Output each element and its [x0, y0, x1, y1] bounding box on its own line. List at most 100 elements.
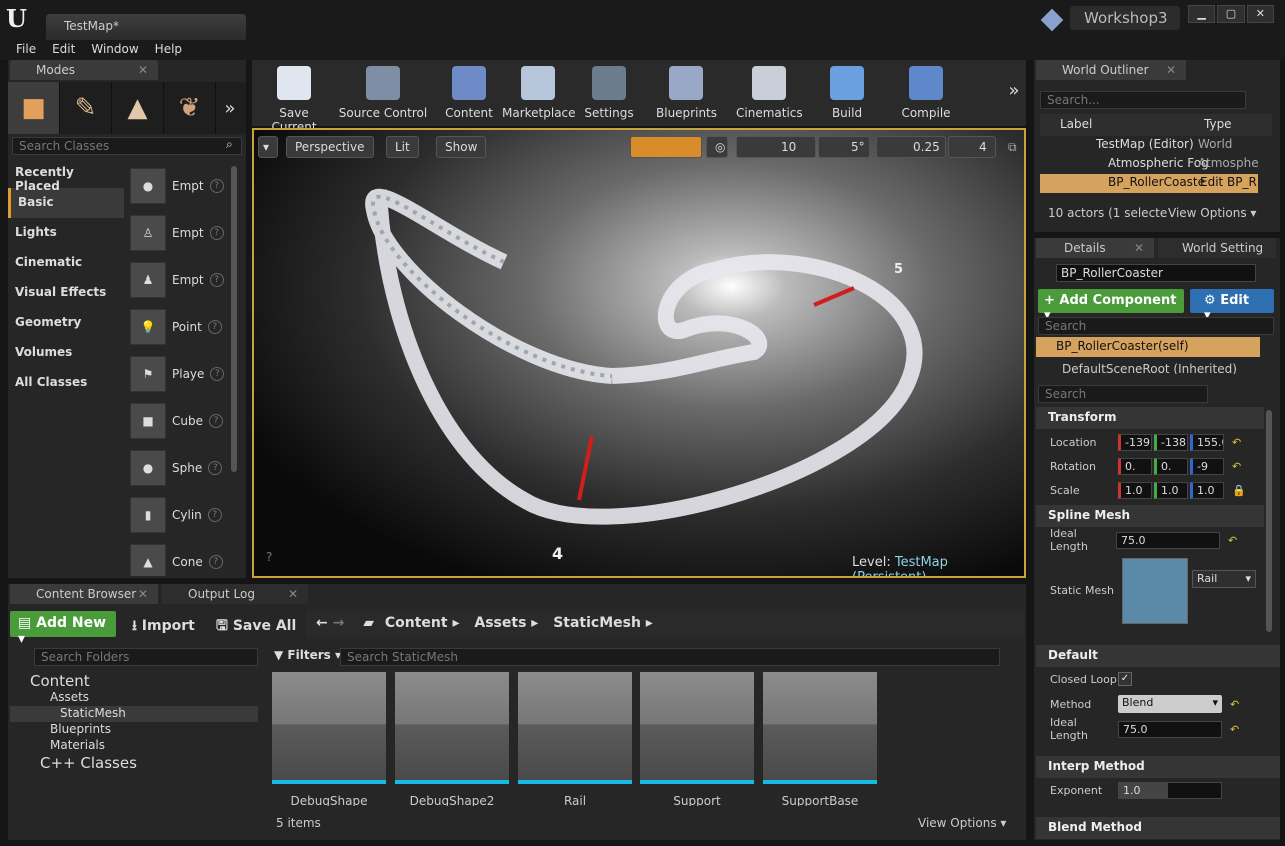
- list-item[interactable]: ⚑ Playe?: [130, 350, 226, 397]
- table-row[interactable]: TestMap (Editor) World: [1040, 136, 1258, 155]
- menu-window[interactable]: Window: [83, 40, 146, 60]
- landscape-mode-icon[interactable]: ▲: [112, 82, 164, 134]
- lock-icon[interactable]: 🔒: [1232, 484, 1246, 497]
- outliner-search-input[interactable]: Search...: [1040, 91, 1246, 109]
- list-item[interactable]: ● Sphe?: [130, 444, 226, 491]
- category-volumes[interactable]: Volumes: [8, 338, 124, 368]
- view-options-button[interactable]: View Options ▾: [1168, 206, 1256, 220]
- more-modes-icon[interactable]: »: [216, 82, 244, 134]
- tree-item[interactable]: Content: [10, 672, 258, 690]
- spline-mesh-section[interactable]: Spline Mesh: [1036, 505, 1264, 527]
- category-geometry[interactable]: Geometry: [8, 308, 124, 338]
- tree-item[interactable]: C++ Classes: [10, 754, 258, 772]
- category-all-classes[interactable]: All Classes: [8, 368, 124, 398]
- paint-mode-icon[interactable]: ✎: [60, 82, 112, 134]
- compile-button[interactable]: Compile: [898, 66, 954, 124]
- add-component-button[interactable]: + Add Component ▾: [1038, 289, 1184, 323]
- component-search-input[interactable]: Search: [1038, 317, 1274, 335]
- maximize-viewport-icon[interactable]: ⧉: [1008, 140, 1017, 155]
- marketplace-button[interactable]: Marketplace: [502, 66, 576, 124]
- list-item[interactable]: ■ Cube?: [130, 397, 226, 444]
- unreal-logo-icon[interactable]: U: [6, 4, 32, 33]
- blend-method-section[interactable]: Blend Method: [1036, 817, 1280, 839]
- asset-tile[interactable]: Support: [640, 672, 754, 812]
- scrollbar[interactable]: [1266, 410, 1272, 632]
- menu-help[interactable]: Help: [147, 40, 190, 60]
- breadcrumb-content[interactable]: Content: [385, 615, 448, 631]
- category-cinematic[interactable]: Cinematic: [8, 248, 124, 278]
- tab-output-log[interactable]: Output Log ✕: [162, 584, 308, 604]
- method-dropdown[interactable]: Blend ▾: [1118, 695, 1222, 713]
- menu-file[interactable]: File: [8, 40, 44, 60]
- cinematics-button[interactable]: Cinematics: [736, 66, 803, 124]
- tree-item[interactable]: Materials: [10, 738, 258, 754]
- tree-item[interactable]: StaticMesh: [10, 706, 258, 722]
- component-root[interactable]: DefaultSceneRoot (Inherited): [1062, 362, 1237, 374]
- maximize-button[interactable]: ▢: [1217, 5, 1245, 23]
- static-mesh-dropdown[interactable]: Rail ▾: [1192, 570, 1256, 588]
- camera-speed-button[interactable]: 4: [948, 136, 996, 158]
- list-item[interactable]: ▲ Cone?: [130, 538, 226, 576]
- level-viewport[interactable]: ▾ Perspective Lit Show ◎ 10 5° 0.25 4 ⧉ …: [252, 128, 1026, 578]
- grid-snap-toggle[interactable]: 10: [736, 136, 816, 158]
- actor-name-field[interactable]: BP_RollerCoaster: [1056, 264, 1256, 282]
- category-recently-placed[interactable]: Recently Placed: [8, 158, 124, 193]
- search-classes-input[interactable]: Search Classes: [12, 137, 242, 155]
- asset-tile[interactable]: Rail: [518, 672, 632, 812]
- filters-button[interactable]: ▼ Filters ▾: [274, 648, 341, 662]
- save-current-button[interactable]: Save Current: [256, 66, 332, 134]
- minimize-button[interactable]: ▁: [1188, 5, 1216, 23]
- source-control-button[interactable]: Source Control: [338, 66, 428, 124]
- list-item[interactable]: ▮ Cylin?: [130, 491, 226, 538]
- tab-world-outliner[interactable]: World Outliner ✕: [1036, 60, 1186, 80]
- transform-section[interactable]: Transform: [1036, 407, 1264, 429]
- breadcrumb-staticmesh[interactable]: StaticMesh: [553, 615, 641, 631]
- save-all-button[interactable]: 🖫 Save All: [216, 615, 296, 639]
- tab-content-browser[interactable]: Content Browser ✕: [10, 584, 158, 604]
- blueprints-button[interactable]: Blueprints: [656, 66, 717, 124]
- rotation-snap-toggle[interactable]: 5°: [818, 136, 870, 158]
- build-button[interactable]: Build: [822, 66, 872, 124]
- details-search-input[interactable]: Search: [1038, 385, 1208, 403]
- edit-blueprint-button[interactable]: ⚙ Edit ▾: [1190, 289, 1274, 323]
- show-button[interactable]: Show: [436, 136, 487, 158]
- close-button[interactable]: ✕: [1246, 5, 1274, 23]
- content-button[interactable]: Content: [444, 66, 494, 124]
- transform-tools[interactable]: [630, 136, 702, 158]
- category-lights[interactable]: Lights: [8, 218, 124, 248]
- lit-button[interactable]: Lit: [386, 136, 419, 158]
- interp-method-section[interactable]: Interp Method: [1036, 756, 1280, 778]
- table-row[interactable]: BP_RollerCoaste Edit BP_R: [1040, 174, 1258, 193]
- tree-item[interactable]: Blueprints: [10, 722, 258, 738]
- table-row[interactable]: Atmospheric FogAtmospheric: [1040, 155, 1258, 174]
- scale-snap-toggle[interactable]: 0.25: [876, 136, 946, 158]
- tree-item[interactable]: Assets: [10, 690, 258, 706]
- view-options-button[interactable]: View Options ▾: [918, 816, 1006, 830]
- globe-icon[interactable]: ◎: [706, 136, 728, 158]
- settings-button[interactable]: Settings: [584, 66, 634, 124]
- import-button[interactable]: ⭳ Import: [132, 615, 195, 639]
- search-staticmesh-input[interactable]: Search StaticMesh: [340, 648, 1000, 666]
- default-section[interactable]: Default: [1036, 645, 1280, 667]
- breadcrumb-assets[interactable]: Assets: [474, 615, 526, 631]
- tab-modes[interactable]: Modes ✕: [10, 60, 158, 80]
- scrollbar[interactable]: [231, 166, 237, 472]
- list-item[interactable]: 💡 Point?: [130, 303, 226, 350]
- forward-icon[interactable]: →: [333, 615, 345, 631]
- perspective-button[interactable]: Perspective: [286, 136, 374, 158]
- place-mode-icon[interactable]: ■: [8, 82, 60, 134]
- category-visual-effects[interactable]: Visual Effects: [8, 278, 124, 308]
- list-item[interactable]: ● Empt?: [130, 162, 226, 209]
- asset-tile[interactable]: SupportBase: [763, 672, 877, 812]
- add-new-button[interactable]: ▤ Add New ▾: [10, 611, 116, 647]
- asset-tile[interactable]: DebugShape: [272, 672, 386, 812]
- tab-details[interactable]: Details ✕: [1036, 238, 1154, 258]
- list-item[interactable]: ♙ Empt?: [130, 209, 226, 256]
- mesh-thumbnail[interactable]: [1122, 558, 1188, 624]
- document-tab[interactable]: TestMap*: [46, 14, 246, 40]
- help-icon[interactable]: ?: [266, 550, 272, 564]
- list-item[interactable]: ♟ Empt?: [130, 256, 226, 303]
- back-icon[interactable]: ←: [316, 615, 328, 631]
- asset-tile[interactable]: DebugShape2: [395, 672, 509, 812]
- viewport-menu-button[interactable]: ▾: [258, 136, 278, 158]
